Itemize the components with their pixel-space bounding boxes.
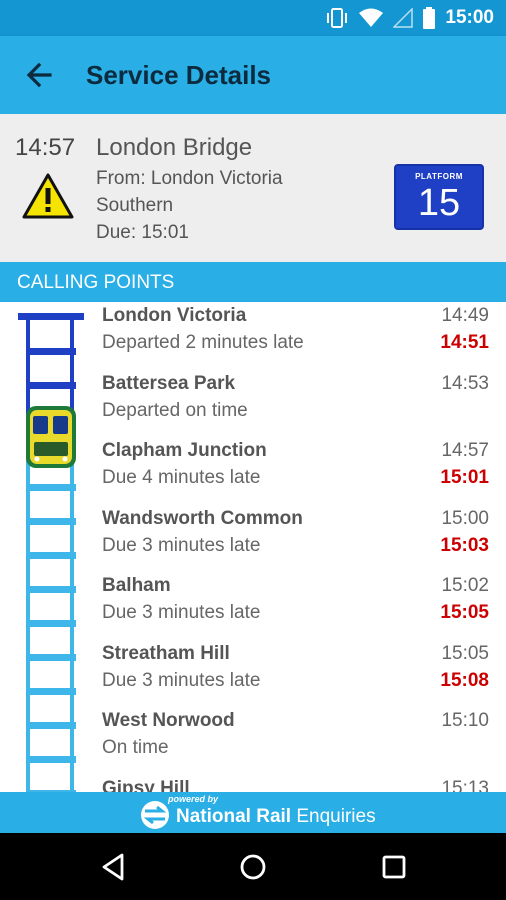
calling-point-row[interactable]: West Norwood On time 15:10	[0, 707, 506, 775]
section-title: CALLING POINTS	[17, 272, 175, 293]
status-icons: 15:00	[325, 6, 494, 30]
calling-point-row[interactable]: Battersea Park Departed on time 14:53	[0, 370, 506, 438]
scheduled-time: 15:05	[441, 642, 489, 664]
calling-point-status: Due 4 minutes late	[102, 467, 261, 488]
scheduled-time: 15:00	[441, 507, 489, 529]
service-summary: 14:57 London Bridge From: London Victori…	[0, 114, 506, 262]
calling-point-status: On time	[102, 737, 169, 758]
actual-time: 15:03	[440, 534, 489, 556]
calling-point-row[interactable]: Wandsworth Common Due 3 minutes late 15:00…	[0, 505, 506, 573]
calling-points-header: CALLING POINTS	[0, 262, 506, 302]
national-rail-brand: National Rail Enquiries	[176, 806, 376, 828]
service-origin: From: London Victoria	[96, 168, 283, 189]
calling-point-name: Wandsworth Common	[102, 507, 303, 529]
service-time: 14:57	[15, 134, 76, 161]
scheduled-time: 14:53	[441, 372, 489, 394]
brand-bold: National Rail	[176, 806, 292, 827]
service-due: Due: 15:01	[96, 222, 189, 243]
calling-point-name: West Norwood	[102, 710, 235, 731]
warning-icon	[22, 173, 74, 219]
calling-point-name: Gipsy Hill	[102, 777, 190, 793]
calling-point-row[interactable]: Gipsy Hill 15:13	[0, 775, 506, 793]
platform-number: 15	[417, 182, 461, 224]
brand-rest: Enquiries	[291, 806, 376, 827]
back-triangle-icon[interactable]	[98, 851, 130, 883]
platform-badge: PLATFORM 15	[394, 164, 484, 230]
page-title: Service Details	[86, 60, 272, 90]
status-time: 15:00	[445, 7, 494, 28]
service-destination: London Bridge	[96, 134, 253, 161]
back-arrow-icon[interactable]	[22, 58, 56, 92]
calling-point-status: Due 3 minutes late	[102, 669, 261, 691]
calling-point-row[interactable]: London Victoria Departed 2 minutes late 14…	[0, 302, 506, 370]
calling-point-row[interactable]: Balham Due 3 minutes late 15:02 15:05	[0, 572, 506, 640]
calling-point-status: Departed on time	[102, 399, 248, 421]
calling-point-name: Balham	[102, 575, 171, 596]
calling-point-name: Streatham Hill	[102, 642, 230, 664]
battery-icon	[423, 7, 436, 29]
scheduled-time: 14:49	[441, 305, 489, 326]
national-rail-logo-icon	[141, 801, 169, 829]
actual-time: 15:01	[440, 467, 489, 488]
calling-point-name: Clapham Junction	[102, 440, 267, 461]
scheduled-time: 15:13	[441, 777, 489, 793]
wifi-icon	[359, 8, 384, 27]
calling-point-status: Due 3 minutes late	[102, 602, 261, 623]
calling-point-status: Due 3 minutes late	[102, 534, 261, 556]
nre-footer-banner[interactable]: powered by National Rail Enquiries	[0, 792, 506, 833]
powered-by-label: powered by	[168, 794, 219, 804]
calling-point-status: Departed 2 minutes late	[102, 332, 304, 353]
actual-time: 15:08	[440, 669, 489, 691]
actual-time: 15:05	[440, 602, 489, 623]
calling-point-name: Battersea Park	[102, 372, 236, 394]
calling-point-name: London Victoria	[102, 305, 247, 326]
home-circle-icon[interactable]	[237, 851, 269, 883]
recents-square-icon[interactable]	[378, 851, 410, 883]
signal-icon	[393, 8, 414, 28]
scheduled-time: 15:02	[441, 575, 489, 596]
calling-points-list[interactable]: London Victoria Departed 2 minutes late 14…	[0, 302, 506, 792]
scheduled-time: 15:10	[441, 710, 489, 731]
status-bar: 15:00	[0, 0, 506, 36]
app-bar: Service Details	[0, 36, 506, 114]
calling-point-row[interactable]: Streatham Hill Due 3 minutes late 15:05 15:…	[0, 640, 506, 708]
scheduled-time: 14:57	[441, 440, 489, 461]
actual-time: 14:51	[440, 332, 489, 353]
vibrate-icon	[327, 8, 348, 28]
system-nav-bar	[0, 833, 506, 900]
calling-point-row[interactable]: Clapham Junction Due 4 minutes late 14:57 1…	[0, 437, 506, 505]
platform-label: PLATFORM	[415, 172, 463, 181]
service-operator: Southern	[96, 195, 174, 216]
